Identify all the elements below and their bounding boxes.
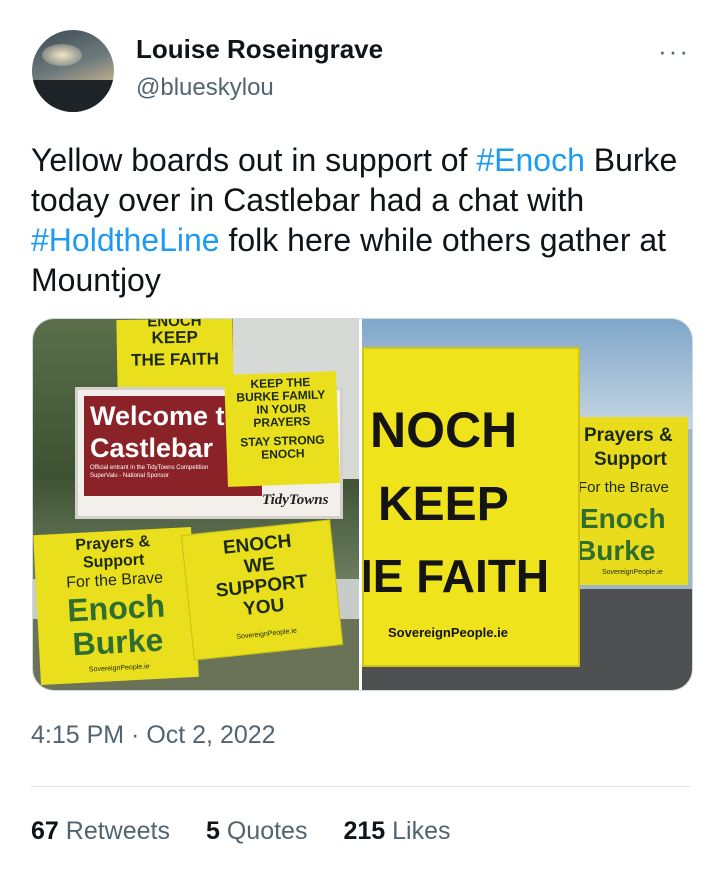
- sign-line: PRAYERS: [253, 414, 311, 430]
- likes-label: Likes: [392, 817, 451, 845]
- tweet-media[interactable]: ENOCH KEEP THE FAITH Welcome t Castlebar…: [32, 318, 693, 691]
- prayers-support-sign: Prayers & Support For the Brave Enoch Bu…: [33, 526, 199, 686]
- tweet-stats: 67 Retweets 5 Quotes 215 Likes: [31, 817, 451, 846]
- sign-line: KEEP: [378, 478, 509, 531]
- sign-line: KEEP: [151, 327, 198, 348]
- quotes-stat[interactable]: 5 Quotes: [206, 817, 307, 846]
- quotes-label: Quotes: [226, 817, 308, 845]
- sign-line: Enoch: [580, 503, 666, 534]
- big-keep-the-faith-sign: NOCH KEEP IE FAITH SovereignPeople.ie: [362, 347, 580, 667]
- side-prayers-sign: Prayers & Support For the Brave Enoch Bu…: [576, 417, 688, 585]
- sign-line: For the Brave: [578, 479, 669, 496]
- retweets-label: Retweets: [65, 817, 170, 845]
- sign-line: IE FAITH: [362, 550, 550, 602]
- sign-line: Burke: [576, 535, 656, 566]
- quotes-count: 5: [205, 817, 220, 845]
- sign-line: THE FAITH: [130, 349, 220, 370]
- photo-signs-closeup[interactable]: Prayers & Support For the Brave Enoch Bu…: [362, 319, 692, 690]
- hashtag-holdtheline[interactable]: #HoldtheLine: [31, 222, 220, 258]
- avatar-shore: [32, 80, 114, 112]
- burke-family-sign: KEEP THE BURKE FAMILY IN YOUR PRAYERS ST…: [224, 371, 340, 487]
- likes-count: 215: [343, 817, 386, 845]
- author-handle[interactable]: @blueskylou: [136, 74, 274, 102]
- retweets-stat[interactable]: 67 Retweets: [31, 817, 170, 846]
- retweets-count: 67: [31, 817, 59, 845]
- we-support-you-sign: ENOCH WE SUPPORT YOU SovereignPeople.ie: [180, 519, 344, 661]
- tweet-timestamp[interactable]: 4:15 PM · Oct 2, 2022: [31, 721, 276, 750]
- hashtag-enoch[interactable]: #Enoch: [476, 142, 585, 178]
- tidytowns-logo: TidyTowns: [262, 492, 329, 508]
- divider: [31, 786, 691, 787]
- keep-the-faith-sign: ENOCH KEEP THE FAITH: [116, 319, 234, 393]
- tweet-text-part: Yellow boards out in support of: [31, 142, 477, 178]
- tweet-text: Yellow boards out in support of #Enoch B…: [31, 140, 691, 300]
- likes-stat[interactable]: 215 Likes: [343, 817, 450, 846]
- sign-line: Prayers &: [584, 425, 673, 446]
- avatar[interactable]: [32, 30, 114, 112]
- sign-line: Support: [594, 449, 667, 470]
- avatar-sun: [42, 44, 82, 66]
- sign-line: SovereignPeople.ie: [602, 569, 663, 576]
- photo-castlebar[interactable]: ENOCH KEEP THE FAITH Welcome t Castlebar…: [33, 319, 359, 690]
- more-options-icon[interactable]: ···: [658, 36, 690, 67]
- sign-line: SovereignPeople.ie: [388, 625, 508, 640]
- author-name[interactable]: Louise Roseingrave: [136, 34, 383, 65]
- sign-line: NOCH: [370, 402, 518, 458]
